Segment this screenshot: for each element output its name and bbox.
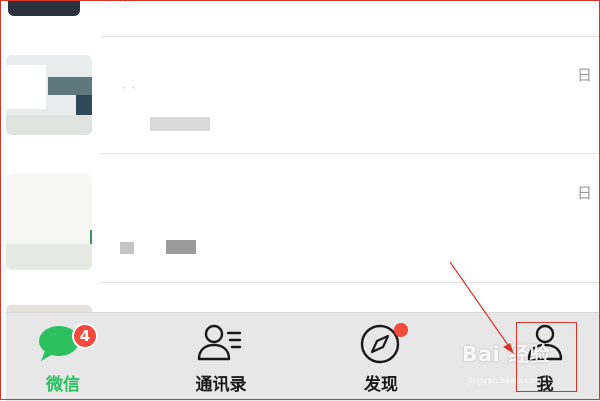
tab-label: 通讯录 <box>195 375 247 395</box>
chat-list-item[interactable]: 日 <box>0 154 600 282</box>
chat-list-item[interactable]: · · 日 <box>0 37 600 153</box>
chat-list-item[interactable] <box>0 283 600 315</box>
tab-discover[interactable]: 发现 <box>326 313 436 401</box>
chat-time: 日 <box>576 184 592 202</box>
tab-label: 微信 <box>46 375 80 395</box>
chat-list: ·· ·· · · · 日 日 <box>0 0 600 315</box>
avatar <box>6 55 92 135</box>
blurred-text: ·· ·· · <box>104 0 138 8</box>
avatar <box>8 0 80 16</box>
blurred-message-preview <box>120 242 134 254</box>
blurred-name: · · <box>122 81 137 95</box>
chat-time: 日 <box>576 66 592 84</box>
blurred-message-preview <box>166 240 196 254</box>
contacts-icon <box>197 324 242 361</box>
new-indicator-dot <box>394 323 408 337</box>
tab-wechat[interactable]: 4 微信 <box>8 313 118 401</box>
unread-badge: 4 <box>72 323 98 349</box>
blurred-message-preview <box>150 117 210 131</box>
annotation-highlight-box <box>516 322 577 392</box>
chat-list-item[interactable]: ·· ·· · <box>0 0 600 36</box>
avatar <box>6 174 92 270</box>
tab-label: 发现 <box>364 375 398 395</box>
tab-contacts[interactable]: 通讯录 <box>166 313 276 401</box>
